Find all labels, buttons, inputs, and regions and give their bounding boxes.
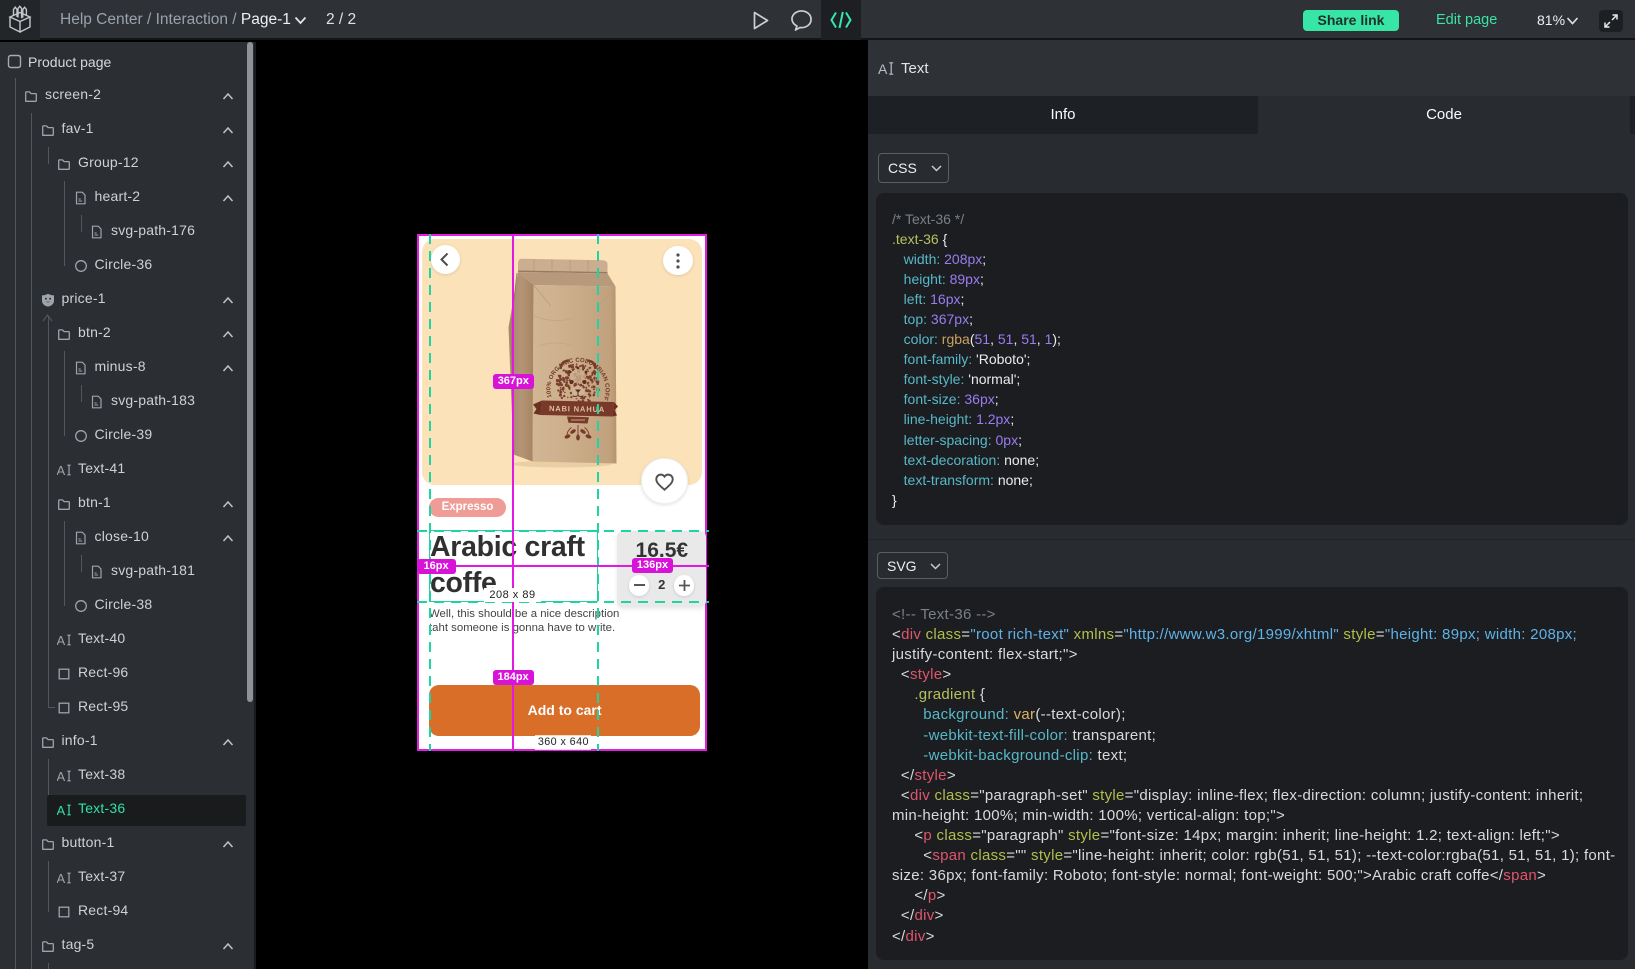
svg-text:A: A (57, 633, 66, 647)
svg-text:A: A (57, 803, 66, 817)
svg-text:A: A (57, 463, 66, 477)
svg-text:A: A (57, 871, 66, 885)
svg-text:A: A (878, 61, 888, 76)
svg-text:A: A (57, 769, 66, 783)
